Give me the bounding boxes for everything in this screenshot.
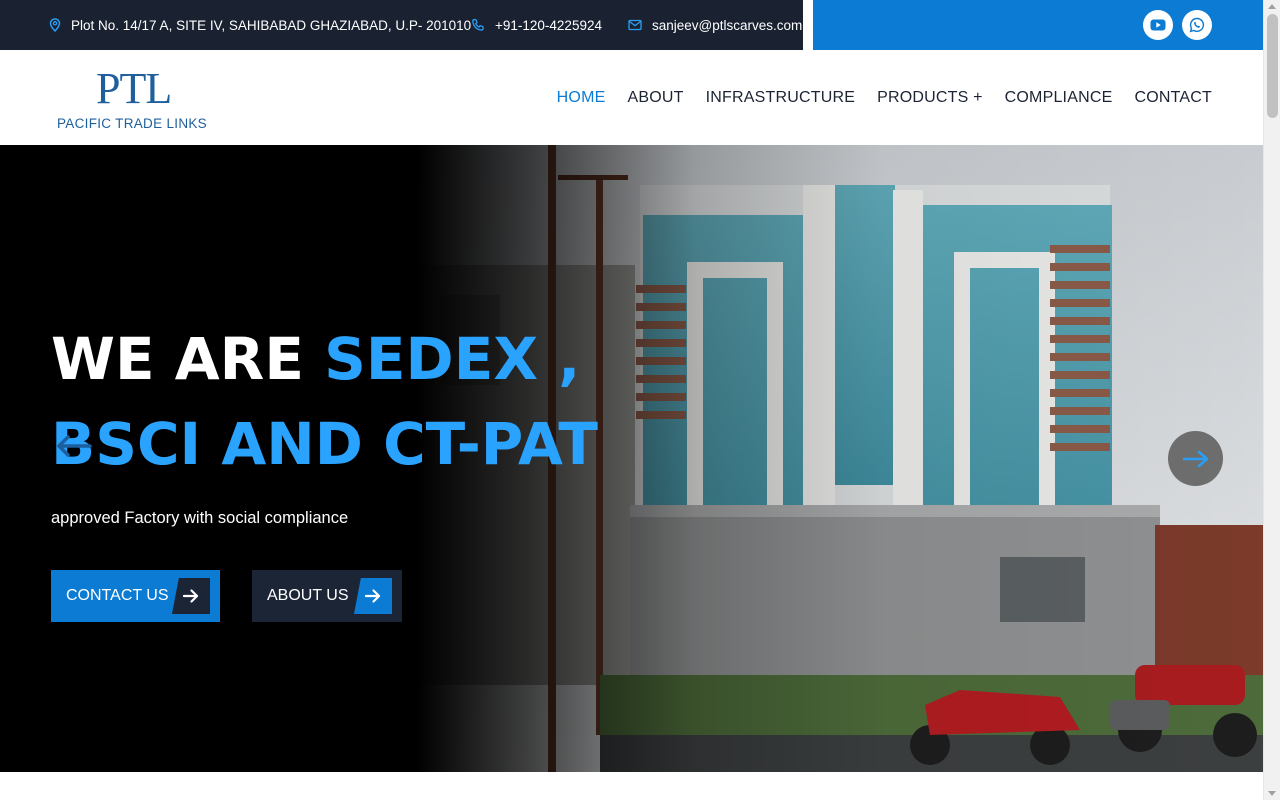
youtube-icon [1150, 19, 1166, 31]
nav-home[interactable]: HOME [557, 89, 606, 107]
envelope-icon [628, 19, 642, 31]
youtube-button[interactable] [1143, 10, 1173, 40]
main-navigation: HOME ABOUT INFRASTRUCTURE PRODUCTS + COM… [557, 50, 1212, 145]
arrow-right-icon [364, 589, 381, 603]
phone-item[interactable]: +91-120-4225924 [471, 0, 602, 50]
phone-text[interactable]: +91-120-4225924 [495, 18, 602, 33]
brand-logo[interactable]: PTL PACIFIC TRADE LINKS [56, 65, 216, 133]
about-us-button[interactable]: ABOUT US [252, 570, 402, 622]
whatsapp-button[interactable] [1182, 10, 1212, 40]
contact-us-label: CONTACT US [66, 587, 169, 604]
top-bar: Plot No. 14/17 A, SITE IV, SAHIBABAD GHA… [0, 0, 1263, 50]
scroll-up-arrow[interactable] [1268, 4, 1276, 9]
about-us-label: ABOUT US [267, 587, 349, 604]
whatsapp-icon [1189, 17, 1205, 33]
email-text[interactable]: sanjeev@ptlscarves.com [652, 18, 802, 33]
site-header: PTL PACIFIC TRADE LINKS HOME ABOUT INFRA… [0, 50, 1263, 145]
top-bar-contact-strip: Plot No. 14/17 A, SITE IV, SAHIBABAD GHA… [0, 0, 803, 50]
top-bar-social-strip [813, 0, 1263, 50]
hero-subtitle: approved Factory with social compliance [51, 509, 349, 527]
about-us-arrow [354, 578, 392, 614]
contact-us-button[interactable]: CONTACT US [51, 570, 220, 622]
hero-headline-accent-2: BSCI AND CT-PAT [51, 410, 598, 478]
logo-mark: PTL [96, 64, 172, 113]
hero-headline-white: WE ARE [51, 325, 325, 393]
nav-contact[interactable]: CONTACT [1134, 89, 1212, 107]
scroll-down-arrow[interactable] [1268, 791, 1276, 796]
top-bar-divider [803, 0, 813, 50]
arrow-right-icon [182, 589, 199, 603]
nav-products[interactable]: PRODUCTS + [877, 89, 983, 107]
hero-headline: WE ARE SEDEX , BSCI AND CT-PAT [51, 317, 598, 487]
nav-about[interactable]: ABOUT [627, 89, 683, 107]
arrow-left-icon [57, 435, 92, 457]
address-item: Plot No. 14/17 A, SITE IV, SAHIBABAD GHA… [49, 0, 471, 50]
slider-prev-button[interactable] [52, 428, 96, 464]
hero-headline-accent-1: SEDEX , [324, 325, 581, 393]
nav-infrastructure[interactable]: INFRASTRUCTURE [706, 89, 855, 107]
location-pin-icon [49, 18, 61, 32]
hero-slider: WE ARE SEDEX , BSCI AND CT-PAT approved … [0, 145, 1263, 772]
email-item[interactable]: sanjeev@ptlscarves.com [628, 0, 802, 50]
slider-next-button[interactable] [1168, 431, 1223, 486]
arrow-right-icon [1182, 450, 1208, 467]
scrollbar-thumb[interactable] [1267, 14, 1278, 118]
logo-brand-name: PACIFIC TRADE LINKS [57, 116, 207, 131]
phone-icon [472, 18, 484, 31]
page-scrollbar[interactable] [1263, 0, 1280, 800]
contact-us-arrow [172, 578, 210, 614]
nav-compliance[interactable]: COMPLIANCE [1005, 89, 1113, 107]
address-text: Plot No. 14/17 A, SITE IV, SAHIBABAD GHA… [71, 17, 472, 33]
